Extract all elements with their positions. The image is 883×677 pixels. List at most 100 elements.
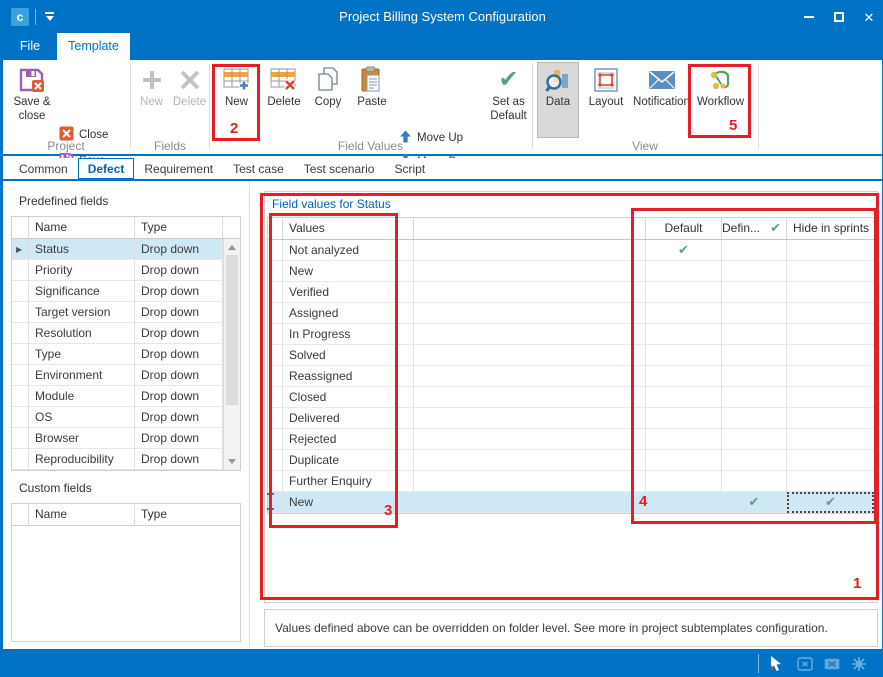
header-type[interactable]: Type [135, 504, 240, 525]
pointer-mode-icon[interactable] [767, 654, 787, 673]
value-row-rejected-9[interactable]: Rejected [268, 429, 874, 450]
tab-common[interactable]: Common [9, 158, 78, 179]
predefined-row-target-version[interactable]: Target versionDrop down [12, 302, 240, 323]
default-cell[interactable] [646, 408, 722, 429]
defined-cell[interactable] [722, 366, 787, 387]
defined-cell[interactable] [722, 450, 787, 471]
default-cell[interactable] [646, 387, 722, 408]
hide-in-sprints-cell[interactable] [787, 387, 874, 408]
set-as-default-button[interactable]: ✔ Set as Default [485, 63, 532, 137]
defined-cell[interactable] [722, 345, 787, 366]
values-header-values[interactable]: Values [283, 218, 414, 239]
value-row-further-enquiry-11[interactable]: Further Enquiry [268, 471, 874, 492]
value-row-solved-5[interactable]: Solved [268, 345, 874, 366]
defined-cell[interactable]: ✔ [722, 492, 787, 513]
defined-cell[interactable] [722, 324, 787, 345]
close-button[interactable]: ✕ [854, 1, 883, 33]
header-type[interactable]: Type [135, 217, 223, 238]
values-header-default[interactable]: Default [646, 218, 722, 239]
fields-new-button[interactable]: New [134, 63, 169, 137]
value-row-new-12[interactable]: New✔✔ [268, 492, 874, 513]
defined-cell[interactable] [722, 471, 787, 492]
mail-status-icon[interactable] [822, 654, 842, 673]
view-notification-button[interactable]: Notification [633, 63, 690, 137]
default-cell[interactable] [646, 471, 722, 492]
default-cell[interactable] [646, 303, 722, 324]
maximize-button[interactable] [824, 1, 854, 33]
scroll-down-icon[interactable] [228, 459, 236, 464]
defined-cell[interactable] [722, 387, 787, 408]
hide-in-sprints-cell[interactable] [787, 240, 874, 261]
tab-test-case[interactable]: Test case [223, 158, 294, 179]
grid-view-icon[interactable] [795, 654, 815, 673]
view-workflow-button[interactable]: Workflow [693, 63, 748, 137]
predefined-table-scrollbar[interactable] [223, 239, 240, 470]
predefined-row-reproducibility[interactable]: ReproducibilityDrop down [12, 449, 240, 470]
tab-template[interactable]: Template [57, 33, 130, 60]
predefined-row-significance[interactable]: SignificanceDrop down [12, 281, 240, 302]
defined-cell[interactable] [722, 408, 787, 429]
values-header-defined[interactable]: Defin... ✔ [722, 218, 787, 239]
scroll-thumb[interactable] [226, 255, 238, 405]
header-name[interactable]: Name [29, 217, 135, 238]
predefined-row-priority[interactable]: PriorityDrop down [12, 260, 240, 281]
predefined-row-type[interactable]: TypeDrop down [12, 344, 240, 365]
hide-in-sprints-cell[interactable] [787, 324, 874, 345]
value-row-in-progress-4[interactable]: In Progress [268, 324, 874, 345]
hide-in-sprints-cell[interactable] [787, 450, 874, 471]
predefined-row-status[interactable]: ▶StatusDrop down [12, 239, 240, 260]
hide-in-sprints-cell[interactable] [787, 471, 874, 492]
hide-in-sprints-cell[interactable]: ✔ [787, 492, 874, 513]
defined-cell[interactable] [722, 303, 787, 324]
default-cell[interactable] [646, 450, 722, 471]
default-cell[interactable] [646, 282, 722, 303]
defined-cell[interactable] [722, 240, 787, 261]
value-row-delivered-8[interactable]: Delivered [268, 408, 874, 429]
hide-in-sprints-cell[interactable] [787, 366, 874, 387]
value-row-reassigned-6[interactable]: Reassigned [268, 366, 874, 387]
value-row-new-1[interactable]: New [268, 261, 874, 282]
default-cell[interactable] [646, 345, 722, 366]
tab-script[interactable]: Script [384, 158, 435, 179]
predefined-row-resolution[interactable]: ResolutionDrop down [12, 323, 240, 344]
defined-cell[interactable] [722, 261, 787, 282]
hide-in-sprints-cell[interactable] [787, 261, 874, 282]
predefined-row-browser[interactable]: BrowserDrop down [12, 428, 240, 449]
save-and-close-button[interactable]: Save & close [7, 63, 57, 137]
header-name[interactable]: Name [29, 504, 135, 525]
default-cell[interactable] [646, 366, 722, 387]
tab-file[interactable]: File [9, 33, 51, 60]
default-cell[interactable]: ✔ [646, 240, 722, 261]
hide-in-sprints-cell[interactable] [787, 282, 874, 303]
defined-cell[interactable] [722, 282, 787, 303]
default-cell[interactable] [646, 492, 722, 513]
hide-in-sprints-cell[interactable] [787, 345, 874, 366]
value-row-not-analyzed-0[interactable]: Not analyzed✔ [268, 240, 874, 261]
tab-test-scenario[interactable]: Test scenario [294, 158, 385, 179]
tab-defect[interactable]: Defect [78, 158, 135, 179]
view-layout-button[interactable]: Layout [583, 63, 629, 137]
value-row-duplicate-10[interactable]: Duplicate [268, 450, 874, 471]
value-row-assigned-3[interactable]: Assigned [268, 303, 874, 324]
paste-button[interactable]: Paste [351, 63, 393, 137]
value-row-verified-2[interactable]: Verified [268, 282, 874, 303]
predefined-row-module[interactable]: ModuleDrop down [12, 386, 240, 407]
default-cell[interactable] [646, 324, 722, 345]
value-delete-button[interactable]: Delete [262, 63, 306, 137]
value-row-closed-7[interactable]: Closed [268, 387, 874, 408]
tab-requirement[interactable]: Requirement [134, 158, 223, 179]
default-cell[interactable] [646, 261, 722, 282]
fields-delete-button[interactable]: Delete [171, 63, 208, 137]
predefined-row-environment[interactable]: EnvironmentDrop down [12, 365, 240, 386]
hide-in-sprints-cell[interactable] [787, 303, 874, 324]
spark-status-icon[interactable] [849, 654, 869, 673]
view-data-button[interactable]: Data [537, 62, 579, 138]
hide-in-sprints-cell[interactable] [787, 408, 874, 429]
values-header-hide[interactable]: Hide in sprints [787, 218, 874, 239]
minimize-button[interactable] [794, 1, 824, 33]
defined-cell[interactable] [722, 429, 787, 450]
scroll-up-icon[interactable] [228, 245, 236, 250]
default-cell[interactable] [646, 429, 722, 450]
copy-button[interactable]: Copy [308, 63, 348, 137]
hide-in-sprints-cell[interactable] [787, 429, 874, 450]
